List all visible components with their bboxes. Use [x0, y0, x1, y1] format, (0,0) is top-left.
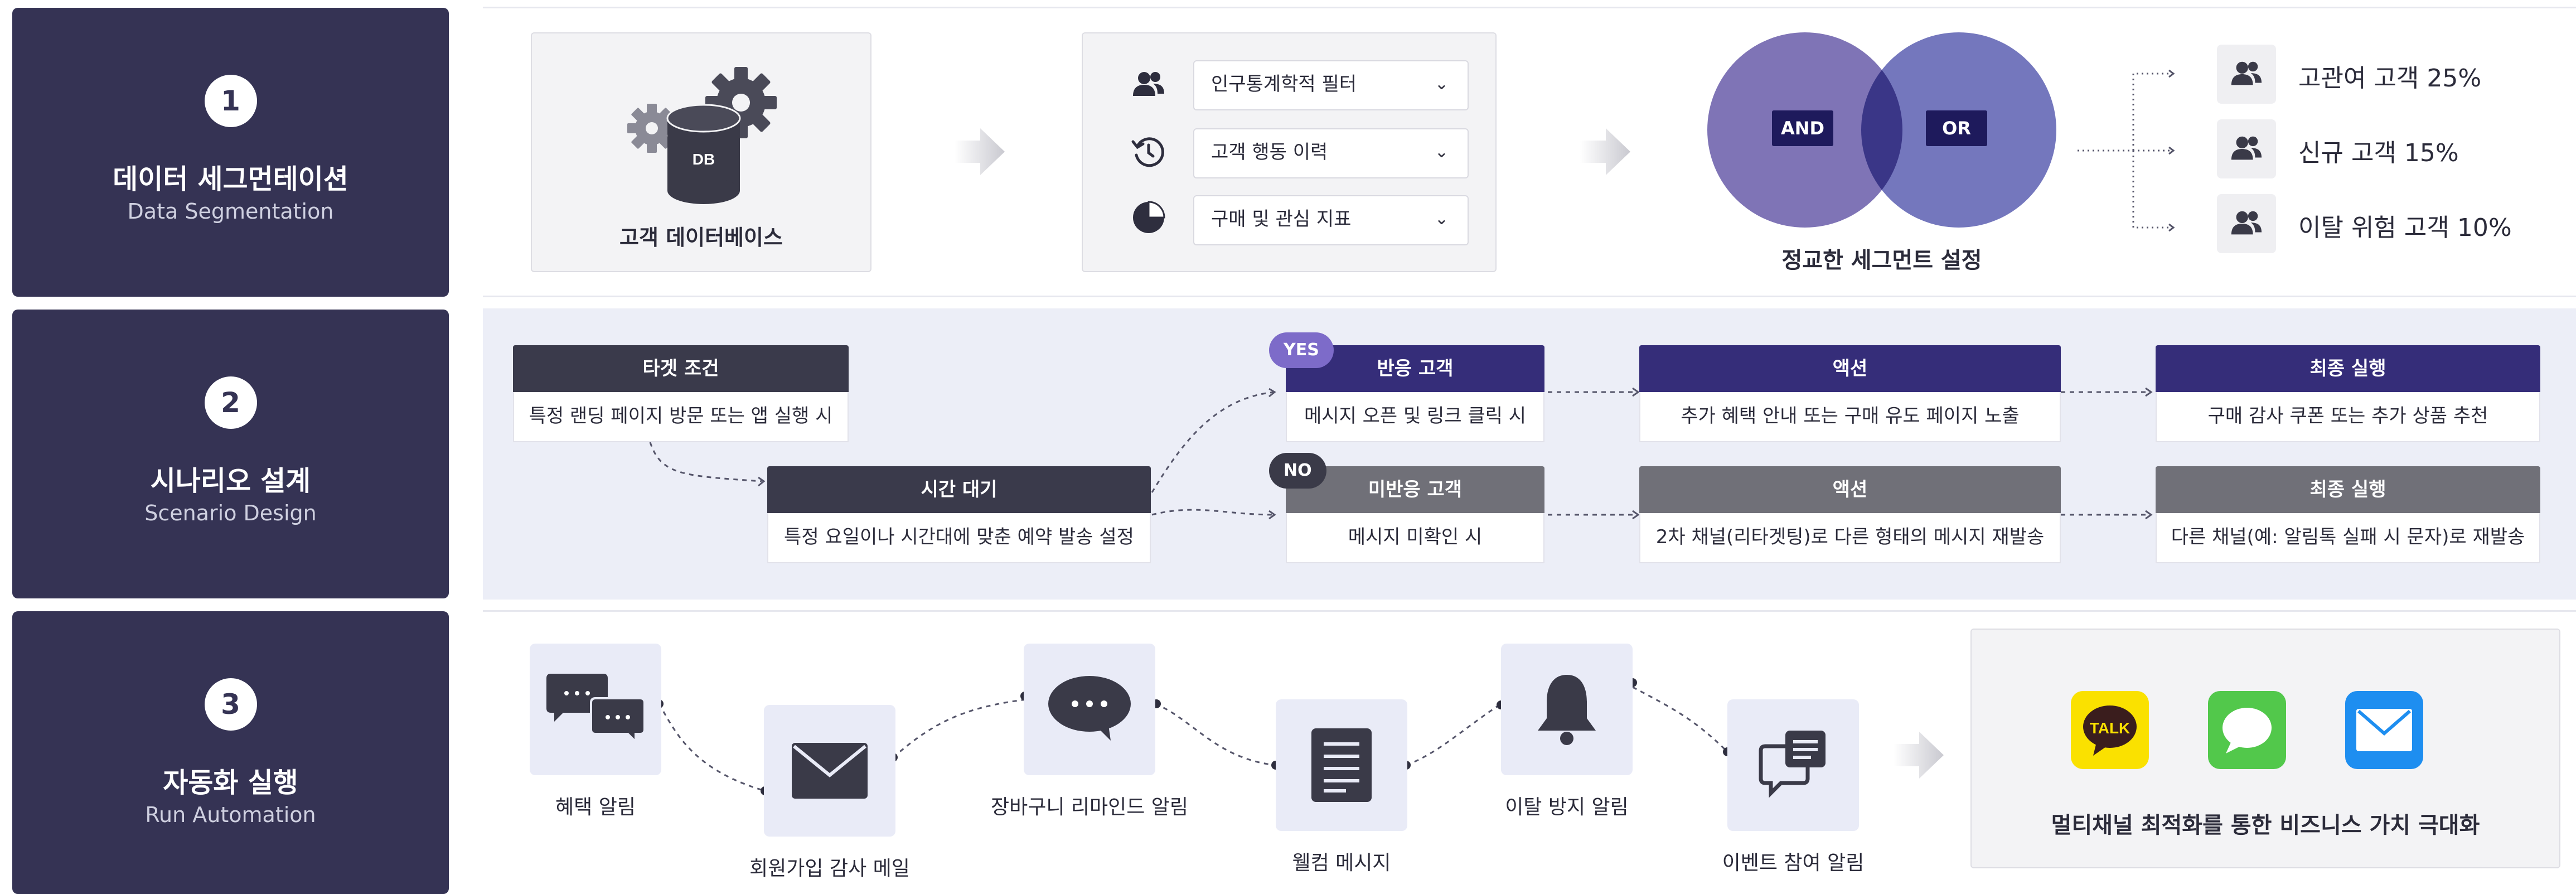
- step-subtitle: Run Automation: [145, 803, 316, 827]
- kakaotalk-app-icon: TALK: [2071, 691, 2149, 769]
- cart-reminder-icon-box: [1024, 644, 1155, 775]
- target-condition-card: 타겟 조건 특정 랜딩 페이지 방문 또는 앱 실행 시: [513, 345, 849, 442]
- flow-arrow-icon: [1894, 732, 1944, 779]
- segment-icon: [2217, 119, 2276, 178]
- card-body: 메시지 미확인 시: [1286, 513, 1544, 563]
- step-title: 데이터 세그먼테이션: [113, 163, 348, 195]
- card-body: 메시지 오픈 및 링크 클릭 시: [1286, 392, 1544, 442]
- chevron-down-icon: ⌄: [1434, 74, 1449, 94]
- step-panel-2: 2 시나리오 설계 Scenario Design: [12, 310, 449, 598]
- bell-icon: [1538, 675, 1596, 745]
- card-body: 특정 요일이나 시간대에 맞춘 예약 발송 설정: [767, 513, 1151, 563]
- step-title: 자동화 실행: [163, 767, 298, 799]
- step-subtitle: Data Segmentation: [127, 199, 334, 224]
- flow-arrow-icon: [1580, 128, 1630, 175]
- card-header: 시간 대기: [767, 466, 1151, 513]
- chevron-down-icon: ⌄: [1434, 142, 1449, 162]
- churn-prevention-icon-box: [1501, 644, 1633, 775]
- card-header: 타겟 조건: [513, 345, 849, 392]
- segment-label: 신규 고객 15%: [2298, 139, 2459, 167]
- card-header: 액션: [1639, 466, 2061, 513]
- card-body: 구매 감사 쿠폰 또는 추가 상품 추천: [2156, 392, 2540, 442]
- multichannel-caption: 멀티채널 최적화를 통한 비즈니스 가치 극대화: [2051, 813, 2480, 838]
- card-header: 최종 실행: [2156, 345, 2540, 392]
- final-no-card: 최종 실행 다른 채널(예: 알림톡 실패 시 문자)로 재발송: [2156, 466, 2540, 563]
- action-yes-card: 액션 추가 혜택 안내 또는 구매 유도 페이지 노출: [1639, 345, 2061, 442]
- customer-database-box: DB 고객 데이터베이스: [531, 32, 871, 272]
- database-gears-icon: DB: [627, 67, 777, 204]
- flow-arrow-icon: [955, 128, 1005, 175]
- divider: [483, 296, 2576, 297]
- users-icon: [2231, 211, 2262, 235]
- divider: [483, 610, 2576, 612]
- card-body: 2차 채널(리타겟팅)로 다른 형태의 메시지 재발송: [1639, 513, 2061, 563]
- yes-pill: YES: [1269, 332, 1334, 368]
- filter-dropdown-demographic[interactable]: 인구통계학적 필터 ⌄: [1193, 60, 1469, 110]
- filter-label: 고객 행동 이력: [1211, 141, 1328, 163]
- card-body: 추가 혜택 안내 또는 구매 유도 페이지 노출: [1639, 392, 2061, 442]
- db-caption: 고객 데이터베이스: [619, 225, 783, 250]
- no-pill: NO: [1269, 453, 1326, 489]
- step-subtitle: Scenario Design: [144, 501, 317, 525]
- divider: [483, 7, 2576, 8]
- or-tag: OR: [1926, 110, 1987, 146]
- step-number: 1: [204, 75, 257, 127]
- step-number: 2: [204, 376, 257, 429]
- time-wait-card: 시간 대기 특정 요일이나 시간대에 맞춘 예약 발송 설정: [767, 466, 1151, 563]
- segment-label: 이탈 위험 고객 10%: [2298, 214, 2512, 242]
- card-body: 특정 랜딩 페이지 방문 또는 앱 실행 시: [513, 392, 849, 442]
- mail-app-icon: [2345, 691, 2423, 769]
- segment-label: 고관여 고객 25%: [2298, 64, 2482, 93]
- filter-panel: 인구통계학적 필터 ⌄ 고객 행동 이력 ⌄ 구매 및 관심 지표 ⌄: [1082, 32, 1497, 272]
- chat-bubbles-icon: [546, 674, 645, 745]
- messages-app-icon: [2208, 691, 2286, 769]
- step-title: 시나리오 설계: [150, 465, 311, 497]
- automation-label: 장바구니 리마인드 알림: [990, 796, 1189, 819]
- talk-text: TALK: [2090, 719, 2130, 737]
- pie-chart-icon: [1133, 201, 1165, 233]
- chevron-down-icon: ⌄: [1434, 209, 1449, 229]
- card-header: 액션: [1639, 345, 2061, 392]
- card-body: 다른 채널(예: 알림톡 실패 시 문자)로 재발송: [2156, 513, 2540, 563]
- filter-label: 인구통계학적 필터: [1211, 73, 1357, 95]
- users-icon: [2231, 61, 2262, 85]
- and-tag: AND: [1772, 110, 1833, 146]
- segment-icon: [2217, 194, 2276, 253]
- multichannel-box: TALK 멀티채널 최적화를 통한 비즈니스 가치 극대화: [1970, 629, 2560, 868]
- automation-label: 이벤트 참여 알림: [1722, 852, 1865, 874]
- signup-mail-icon-box: [764, 705, 895, 837]
- step-panel-1: 1 데이터 세그먼테이션 Data Segmentation: [12, 8, 449, 297]
- history-icon: [1131, 137, 1164, 167]
- message-list-icon: [1759, 731, 1826, 798]
- users-icon: [2231, 136, 2262, 160]
- filter-label: 구매 및 관심 지표: [1211, 208, 1352, 230]
- filter-dropdown-purchase[interactable]: 구매 및 관심 지표 ⌄: [1193, 195, 1469, 245]
- envelope-icon: [792, 743, 868, 799]
- automation-label: 웰컴 메시지: [1292, 852, 1391, 874]
- automation-label: 혜택 알림: [555, 796, 636, 819]
- branch-connector: [2078, 69, 2175, 232]
- final-yes-card: 최종 실행 구매 감사 쿠폰 또는 추가 상품 추천: [2156, 345, 2540, 442]
- step-panel-3: 3 자동화 실행 Run Automation: [12, 611, 449, 894]
- card-header: 최종 실행: [2156, 466, 2540, 513]
- step-number: 3: [204, 678, 257, 731]
- benefit-alert-icon-box: [530, 644, 661, 775]
- unresponded-card: 미반응 고객 메시지 미확인 시: [1286, 466, 1544, 563]
- welcome-message-icon-box: [1276, 699, 1407, 831]
- action-no-card: 액션 2차 채널(리타겟팅)로 다른 형태의 메시지 재발송: [1639, 466, 2061, 563]
- users-icon: [1133, 72, 1164, 96]
- event-participation-icon-box: [1727, 699, 1859, 831]
- automation-label: 이탈 방지 알림: [1505, 796, 1629, 819]
- speech-bubble-icon: [1048, 676, 1131, 741]
- db-label: DB: [693, 151, 715, 168]
- automation-label: 회원가입 감사 메일: [749, 857, 910, 880]
- filter-dropdown-behavior[interactable]: 고객 행동 이력 ⌄: [1193, 128, 1469, 178]
- document-icon: [1311, 728, 1372, 802]
- venn-caption: 정교한 세그먼트 설정: [1781, 248, 1982, 273]
- segment-icon: [2217, 45, 2276, 104]
